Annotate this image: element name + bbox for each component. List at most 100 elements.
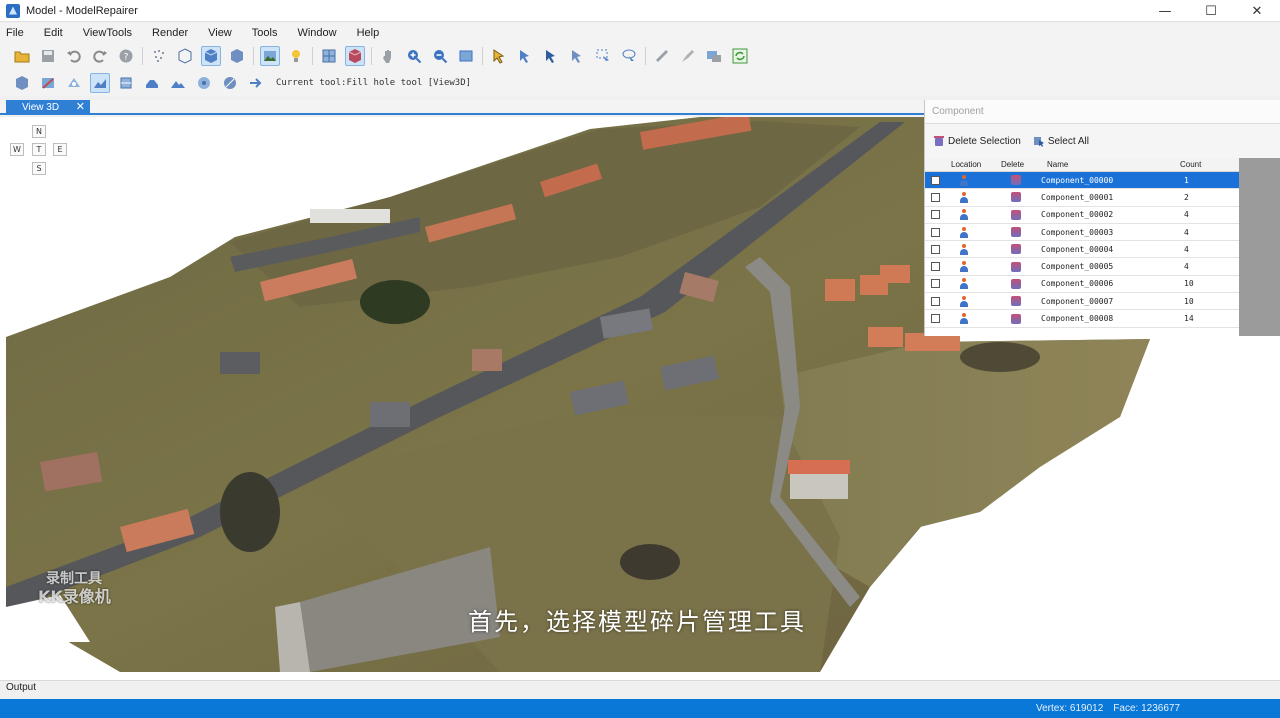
table-row[interactable]: Component_00004 4	[925, 241, 1239, 259]
select-vertex-icon[interactable]	[541, 46, 561, 66]
row-checkbox[interactable]	[931, 262, 940, 272]
grid-view-icon[interactable]	[319, 46, 339, 66]
delete-component-icon[interactable]	[1011, 261, 1021, 272]
locate-person-icon[interactable]	[959, 278, 969, 290]
delete-component-icon[interactable]	[1011, 313, 1021, 324]
open-folder-icon[interactable]	[12, 46, 32, 66]
menu-file[interactable]: File	[6, 27, 24, 39]
delete-component-icon[interactable]	[1011, 192, 1021, 203]
view-west-button[interactable]: W	[10, 143, 24, 156]
menu-view[interactable]: View	[208, 27, 232, 39]
close-button[interactable]: ✕	[1234, 0, 1280, 22]
view-north-button[interactable]: N	[32, 125, 46, 138]
select-all-button[interactable]: Select All	[1033, 135, 1089, 147]
column-header-count[interactable]: Count	[1176, 160, 1231, 169]
row-checkbox[interactable]	[931, 227, 940, 237]
shaded-cube-icon[interactable]	[227, 46, 247, 66]
zoom-in-icon[interactable]	[404, 46, 424, 66]
flatten-icon[interactable]	[142, 73, 162, 93]
menu-tools[interactable]: Tools	[252, 27, 278, 39]
table-row[interactable]: Component_00007 10	[925, 293, 1239, 311]
mesh-clean-icon[interactable]	[38, 73, 58, 93]
delete-component-icon[interactable]	[1011, 175, 1021, 186]
table-row[interactable]: Component_00003 4	[925, 224, 1239, 242]
column-header-name[interactable]: Name	[1041, 160, 1176, 169]
locate-person-icon[interactable]	[959, 174, 969, 186]
column-header-delete[interactable]: Delete	[995, 160, 1041, 169]
column-header-location[interactable]: Location	[947, 160, 995, 169]
select-rect-icon[interactable]	[593, 46, 613, 66]
menu-render[interactable]: Render	[152, 27, 188, 39]
fill-hole-icon[interactable]	[90, 73, 110, 93]
save-icon[interactable]	[38, 46, 58, 66]
locate-person-icon[interactable]	[959, 226, 969, 238]
select-arrow-icon[interactable]	[489, 46, 509, 66]
delete-component-icon[interactable]	[1011, 296, 1021, 307]
table-row[interactable]: Component_00000 1	[925, 172, 1239, 190]
zoom-fit-icon[interactable]	[456, 46, 476, 66]
row-checkbox[interactable]	[931, 192, 940, 202]
row-checkbox[interactable]	[931, 279, 940, 289]
table-row[interactable]: Component_00002 4	[925, 207, 1239, 224]
tab-view-3d[interactable]: View 3D ✕	[6, 100, 90, 115]
table-row[interactable]: Component_00001 2	[925, 189, 1239, 207]
texture-edit-icon[interactable]	[194, 73, 214, 93]
smooth-icon[interactable]	[116, 73, 136, 93]
texture-icon[interactable]	[260, 46, 280, 66]
screenshot-icon[interactable]	[704, 46, 724, 66]
row-checkbox[interactable]	[931, 314, 940, 324]
tab-close-icon[interactable]: ✕	[76, 100, 85, 113]
select-lasso-icon[interactable]	[619, 46, 639, 66]
component-count: 4	[1184, 227, 1189, 237]
select-edge-icon[interactable]	[567, 46, 587, 66]
model-repair-icon[interactable]	[12, 73, 32, 93]
menu-help[interactable]: Help	[357, 27, 380, 39]
locate-person-icon[interactable]	[959, 191, 969, 203]
row-checkbox[interactable]	[931, 175, 940, 185]
locate-person-icon[interactable]	[959, 243, 969, 255]
component-panel-scroll-area[interactable]	[1239, 158, 1280, 336]
maximize-button[interactable]: ☐	[1188, 0, 1234, 22]
undo-icon[interactable]	[64, 46, 84, 66]
row-checkbox[interactable]	[931, 244, 940, 254]
menu-window[interactable]: Window	[297, 27, 336, 39]
help-icon[interactable]: ?	[116, 46, 136, 66]
hole-detect-icon[interactable]	[64, 73, 84, 93]
menu-viewtools[interactable]: ViewTools	[83, 27, 132, 39]
menu-edit[interactable]: Edit	[44, 27, 63, 39]
model-cube-red-icon[interactable]	[345, 46, 365, 66]
locate-person-icon[interactable]	[959, 295, 969, 307]
brush-icon[interactable]	[678, 46, 698, 66]
minimize-button[interactable]: —	[1142, 0, 1188, 22]
redo-icon[interactable]	[90, 46, 110, 66]
output-panel-tab[interactable]: Output	[0, 680, 1280, 699]
delete-component-icon[interactable]	[1011, 227, 1021, 238]
export-icon[interactable]	[246, 73, 266, 93]
locate-person-icon[interactable]	[959, 313, 969, 325]
locate-person-icon[interactable]	[959, 209, 969, 221]
delete-component-icon[interactable]	[1011, 278, 1021, 289]
view-south-button[interactable]: S	[32, 162, 46, 175]
measure-icon[interactable]	[652, 46, 672, 66]
refresh-icon[interactable]	[730, 46, 750, 66]
table-row[interactable]: Component_00005 4	[925, 258, 1239, 276]
select-face-icon[interactable]	[515, 46, 535, 66]
terrain-icon[interactable]	[168, 73, 188, 93]
delete-component-icon[interactable]	[1011, 244, 1021, 255]
locate-person-icon[interactable]	[959, 261, 969, 273]
wireframe-cube-icon[interactable]	[175, 46, 195, 66]
delete-component-icon[interactable]	[1011, 209, 1021, 220]
texture-paint-icon[interactable]	[220, 73, 240, 93]
light-bulb-icon[interactable]	[286, 46, 306, 66]
view-top-button[interactable]: T	[32, 143, 46, 156]
pan-hand-icon[interactable]	[378, 46, 398, 66]
zoom-out-icon[interactable]	[430, 46, 450, 66]
solid-cube-icon[interactable]	[201, 46, 221, 66]
row-checkbox[interactable]	[931, 210, 940, 220]
point-cloud-icon[interactable]	[149, 46, 169, 66]
table-row[interactable]: Component_00006 10	[925, 276, 1239, 294]
row-checkbox[interactable]	[931, 296, 940, 306]
view-east-button[interactable]: E	[53, 143, 67, 156]
delete-selection-button[interactable]: Delete Selection	[933, 135, 1021, 147]
table-row[interactable]: Component_00008 14	[925, 310, 1239, 328]
